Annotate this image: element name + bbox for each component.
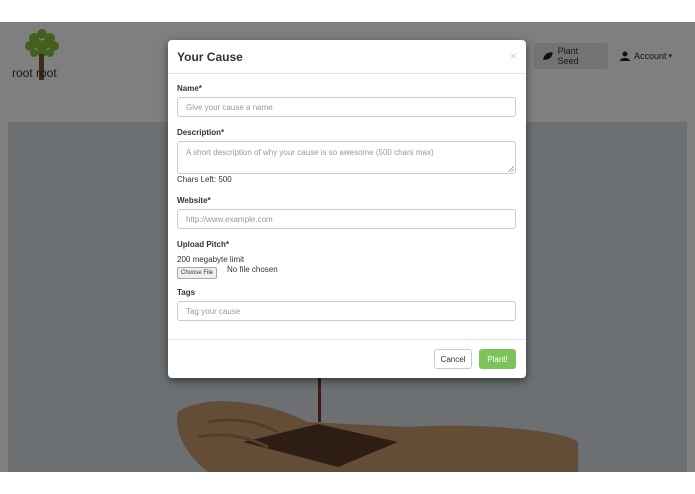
resize-handle-icon[interactable] bbox=[508, 166, 514, 172]
name-label: Name* bbox=[177, 84, 202, 93]
chars-left-counter: Chars Left: 500 bbox=[177, 175, 232, 184]
upload-label: Upload Pitch* bbox=[177, 240, 230, 249]
website-label: Website* bbox=[177, 196, 211, 205]
close-icon[interactable]: × bbox=[510, 49, 517, 63]
modal-title: Your Cause bbox=[177, 50, 243, 64]
description-placeholder: A short description of why your cause is… bbox=[186, 148, 434, 157]
no-file-text: No file chosen bbox=[227, 265, 278, 274]
tags-placeholder: Tag your cause bbox=[186, 306, 241, 316]
description-textarea[interactable]: A short description of why your cause is… bbox=[177, 141, 516, 174]
cancel-button[interactable]: Cancel bbox=[434, 349, 472, 369]
name-input[interactable]: Give your cause a name bbox=[177, 97, 516, 117]
upload-limit-text: 200 megabyte limit bbox=[177, 255, 245, 264]
website-input[interactable]: http://www.example.com bbox=[177, 209, 516, 229]
tags-label: Tags bbox=[177, 288, 196, 297]
website-placeholder: http://www.example.com bbox=[186, 214, 273, 224]
modal-footer-divider bbox=[168, 339, 526, 340]
choose-file-button[interactable]: Choose File bbox=[177, 267, 218, 279]
tags-input[interactable]: Tag your cause bbox=[177, 301, 516, 321]
name-placeholder: Give your cause a name bbox=[186, 102, 273, 112]
description-label: Description* bbox=[177, 128, 225, 137]
plant-button[interactable]: Plant! bbox=[479, 349, 516, 369]
cause-modal: Your Cause × Name* Give your cause a nam… bbox=[168, 40, 526, 378]
modal-header: Your Cause × bbox=[168, 40, 526, 74]
